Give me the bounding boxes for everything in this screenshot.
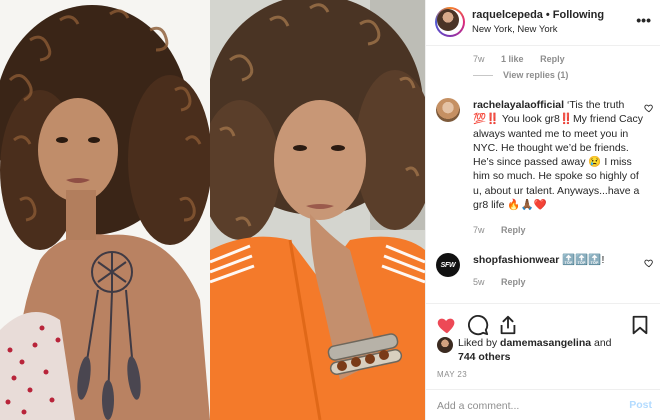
post-location[interactable]: New York, New York [472,24,558,35]
photo-left-illustration [0,0,210,420]
post-header: raquelcepeda • Following New York, New Yor… [426,0,660,46]
comment-text: ‘Tis the truth 💯‼️ You look gr8‼️My frie… [473,99,643,212]
likes-summary: Liked by damemasangelina and 744 others [458,336,648,364]
comment-item: shopfashionwear 🔝🔝🔝! [473,253,643,267]
comment-text: 🔝🔝🔝! [562,254,605,266]
comment-bubble-icon[interactable] [467,314,489,336]
author-username[interactable]: raquelcepeda [472,9,543,21]
post-comment-button[interactable]: Post [629,399,652,411]
photo-right [210,0,425,420]
liker-username[interactable]: damemasangelina [500,337,591,349]
reply-button[interactable]: Reply [501,277,526,287]
replies-dash [473,75,493,77]
comment-time: 7w [473,54,485,64]
post-date[interactable]: MAY 23 [437,370,467,379]
reply-button[interactable]: Reply [501,225,526,235]
add-comment-input[interactable] [437,398,617,414]
add-comment-bar: Post [426,389,660,420]
author-avatar-image [437,9,459,31]
following-button[interactable]: Following [553,9,604,21]
reply-button[interactable]: Reply [540,54,565,64]
comment-time: 5w [473,277,485,287]
post-sidebar: raquelcepeda • Following New York, New Yor… [425,0,660,420]
comment-likes-link[interactable]: 1 like [501,54,524,64]
liker-avatar[interactable] [437,337,453,353]
photo-left [0,0,210,420]
commenter-avatar[interactable] [436,98,460,122]
like-comment-heart-icon[interactable] [644,103,654,113]
like-comment-heart-icon[interactable] [644,258,654,268]
likes-and: and [591,337,612,349]
comment-meta: 5w Reply [473,277,540,287]
likes-prefix: Liked by [458,337,501,349]
share-upload-icon[interactable] [497,314,519,336]
author-avatar[interactable] [435,7,465,37]
view-replies-label: View replies (1) [503,70,569,80]
header-separator: • [545,9,550,21]
more-options-icon[interactable]: ••• [636,12,651,28]
comment-item: rachelayalaofficial ‘Tis the truth 💯‼️ Y… [473,98,643,212]
bookmark-icon[interactable] [629,314,651,336]
commenter-username[interactable]: shopfashionwear [473,254,559,266]
likes-count-link[interactable]: 744 others [458,351,511,363]
post-media[interactable] [0,0,425,420]
liked-heart-icon[interactable] [436,314,458,336]
view-replies-button[interactable]: View replies (1) [473,70,568,80]
comment-meta: 7w Reply [473,225,540,235]
previous-comment-meta: 7w 1 like Reply [473,54,579,64]
comment-time: 7w [473,225,485,235]
commenter-username[interactable]: rachelayalaofficial [473,99,564,111]
commenter-avatar[interactable]: SFW [436,253,460,277]
photo-right-illustration [210,0,425,420]
author-line: raquelcepeda • Following [472,9,604,21]
